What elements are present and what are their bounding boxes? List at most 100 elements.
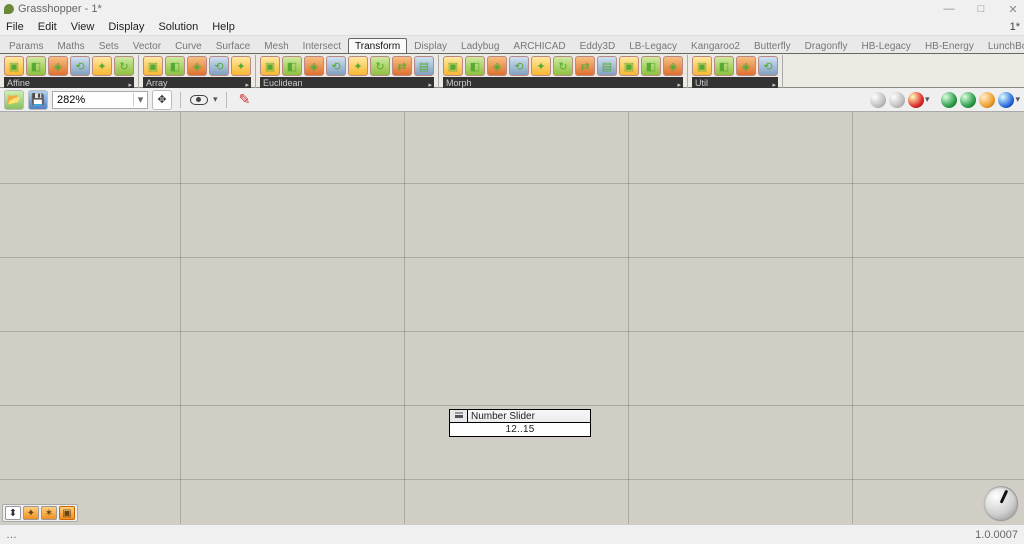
ribbon-affine-tool-5-icon[interactable]: ↻	[114, 56, 134, 76]
ribbon-euclidean-tool-3-icon[interactable]: ⟲	[326, 56, 346, 76]
canvas[interactable]: Number Slider 12..15	[0, 112, 1024, 524]
tab-surface[interactable]: Surface	[209, 38, 257, 53]
ribbon-euclidean-tool-7-icon[interactable]: ▤	[414, 56, 434, 76]
ribbon-util-tool-2-icon[interactable]: ◈	[736, 56, 756, 76]
ribbon-morph-tool-8-icon[interactable]: ▣	[619, 56, 639, 76]
tab-lb-legacy[interactable]: LB-Legacy	[622, 38, 684, 53]
ribbon-util-tool-3-icon[interactable]: ⟲	[758, 56, 778, 76]
ribbon-morph-tool-1-icon[interactable]: ◧	[465, 56, 485, 76]
palette-wand-icon[interactable]: ✦	[23, 506, 39, 520]
zoom-input[interactable]	[53, 92, 133, 108]
window-maximize-button[interactable]: □	[974, 3, 988, 16]
zoom-combo[interactable]: ▾	[52, 91, 148, 109]
palette-select-icon[interactable]: ▣	[59, 506, 75, 520]
ribbon-affine-tool-2-icon[interactable]: ◈	[48, 56, 68, 76]
ribbon-euclidean-tool-5-icon[interactable]: ↻	[370, 56, 390, 76]
ribbon-array-tool-3-icon[interactable]: ⟲	[209, 56, 229, 76]
shade-blue-icon[interactable]	[998, 92, 1014, 108]
ribbon-affine-tool-3-icon[interactable]: ⟲	[70, 56, 90, 76]
open-button[interactable]: 📂	[4, 90, 24, 110]
canvas-compass-widget[interactable]	[984, 486, 1018, 520]
tab-params[interactable]: Params	[2, 38, 50, 53]
sketch-button[interactable]: ✎	[235, 90, 255, 110]
menu-help[interactable]: Help	[212, 21, 235, 33]
tab-dragonfly[interactable]: Dragonfly	[798, 38, 855, 53]
tab-vector[interactable]: Vector	[126, 38, 168, 53]
tab-lunchbox[interactable]: LunchBox	[981, 38, 1024, 53]
tab-hb-legacy[interactable]: HB-Legacy	[854, 38, 917, 53]
tab-sets[interactable]: Sets	[92, 38, 126, 53]
tab-intersect[interactable]: Intersect	[296, 38, 348, 53]
tab-archicad[interactable]: ARCHICAD	[506, 38, 572, 53]
tab-curve[interactable]: Curve	[168, 38, 209, 53]
shade-orange-icon[interactable]	[979, 92, 995, 108]
palette-slider-icon[interactable]: ⬍	[5, 506, 21, 520]
ribbon-euclidean-tool-6-icon[interactable]: ⇄	[392, 56, 412, 76]
tab-butterfly[interactable]: Butterfly	[747, 38, 798, 53]
shade-green-icon[interactable]	[941, 92, 957, 108]
status-bar: … 1.0.0007	[0, 524, 1024, 544]
preview-dropdown-icon[interactable]: ▾	[213, 94, 218, 105]
zoom-fit-button[interactable]: ✥	[152, 90, 172, 110]
ribbon-array-tool-2-icon[interactable]: ◈	[187, 56, 207, 76]
shade-dropdown-icon[interactable]: ▾	[1015, 94, 1020, 105]
number-slider-component[interactable]: Number Slider 12..15	[449, 409, 591, 437]
preview-eye-button[interactable]	[189, 90, 209, 110]
display-mode-default-icon[interactable]	[870, 92, 886, 108]
display-mode-dropdown-icon[interactable]: ▾	[925, 94, 930, 105]
ribbon-morph-tool-0-icon[interactable]: ▣	[443, 56, 463, 76]
toolbar-separator	[180, 92, 181, 108]
ribbon-morph-tool-7-icon[interactable]: ▤	[597, 56, 617, 76]
save-button[interactable]: 💾	[28, 90, 48, 110]
ribbon-morph-tool-4-icon[interactable]: ✦	[531, 56, 551, 76]
number-slider-grip-icon[interactable]	[450, 410, 468, 422]
number-slider-value[interactable]: 12..15	[505, 424, 534, 435]
tab-display[interactable]: Display	[407, 38, 454, 53]
tab-ladybug[interactable]: Ladybug	[454, 38, 506, 53]
palette-tree-icon[interactable]: ✶	[41, 506, 57, 520]
menu-edit[interactable]: Edit	[38, 21, 57, 33]
window-close-button[interactable]: ✕	[1006, 3, 1020, 16]
ribbon-array-tool-4-icon[interactable]: ✦	[231, 56, 251, 76]
tab-kangaroo2[interactable]: Kangaroo2	[684, 38, 747, 53]
ribbon-group-euclidean: ▣◧◈⟲✦↻⇄▤Euclidean	[258, 55, 439, 88]
ribbon-morph-tool-6-icon[interactable]: ⇄	[575, 56, 595, 76]
ribbon-euclidean-tool-4-icon[interactable]: ✦	[348, 56, 368, 76]
shade-green2-icon[interactable]	[960, 92, 976, 108]
tab-maths[interactable]: Maths	[50, 38, 91, 53]
ribbon-morph-tool-3-icon[interactable]: ⟲	[509, 56, 529, 76]
window-minimize-button[interactable]: —	[942, 3, 956, 16]
menu-display[interactable]: Display	[108, 21, 144, 33]
ribbon-util-tool-0-icon[interactable]: ▣	[692, 56, 712, 76]
ribbon-array-tool-0-icon[interactable]: ▣	[143, 56, 163, 76]
tab-mesh[interactable]: Mesh	[257, 38, 295, 53]
ribbon-array-tool-1-icon[interactable]: ◧	[165, 56, 185, 76]
ribbon-euclidean-tool-2-icon[interactable]: ◈	[304, 56, 324, 76]
ribbon-affine-tool-0-icon[interactable]: ▣	[4, 56, 24, 76]
ribbon-affine-tool-1-icon[interactable]: ◧	[26, 56, 46, 76]
ribbon-euclidean-tool-1-icon[interactable]: ◧	[282, 56, 302, 76]
display-mode-wire-icon[interactable]	[889, 92, 905, 108]
tab-eddy3d[interactable]: Eddy3D	[573, 38, 623, 53]
ribbon-morph-tool-10-icon[interactable]: ◈	[663, 56, 683, 76]
zoom-dropdown-icon[interactable]: ▾	[133, 93, 147, 106]
ribbon-group-affine: ▣◧◈⟲✦↻Affine	[2, 55, 139, 88]
menu-solution[interactable]: Solution	[158, 21, 198, 33]
ribbon-morph-tool-5-icon[interactable]: ↻	[553, 56, 573, 76]
menu-file[interactable]: File	[6, 21, 24, 33]
toolbar-separator	[226, 92, 227, 108]
tab-hb-energy[interactable]: HB-Energy	[918, 38, 981, 53]
ribbon-group-label[interactable]: Affine	[4, 77, 134, 88]
tab-transform[interactable]: Transform	[348, 38, 407, 53]
ribbon-util-tool-1-icon[interactable]: ◧	[714, 56, 734, 76]
ribbon-group-label[interactable]: Morph	[443, 77, 683, 88]
menu-view[interactable]: View	[71, 21, 95, 33]
display-mode-selected-icon[interactable]	[908, 92, 924, 108]
ribbon-group-label[interactable]: Euclidean	[260, 77, 434, 88]
ribbon-group-label[interactable]: Array	[143, 77, 251, 88]
ribbon-morph-tool-9-icon[interactable]: ◧	[641, 56, 661, 76]
ribbon-group-label[interactable]: Util	[692, 77, 778, 88]
ribbon-affine-tool-4-icon[interactable]: ✦	[92, 56, 112, 76]
ribbon-morph-tool-2-icon[interactable]: ◈	[487, 56, 507, 76]
ribbon-euclidean-tool-0-icon[interactable]: ▣	[260, 56, 280, 76]
